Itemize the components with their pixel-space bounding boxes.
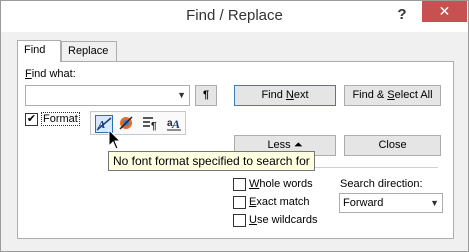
svg-text:¶: ¶ (151, 121, 157, 131)
use-wildcards-label: Use wildcards (249, 214, 318, 226)
character-style-icon[interactable]: aA (165, 115, 183, 133)
find-replace-dialog: Find / Replace ? ✕ Find Replace Find wha… (0, 0, 469, 252)
svg-text:A: A (171, 117, 180, 131)
window-close-button[interactable]: ✕ (422, 1, 467, 22)
help-button[interactable]: ? (392, 5, 412, 25)
close-button[interactable]: Close (344, 135, 441, 156)
find-what-input[interactable]: ▼ (25, 85, 190, 106)
exact-match-checkbox[interactable] (233, 196, 246, 209)
tab-find[interactable]: Find (17, 40, 61, 62)
chevron-down-icon[interactable]: ▼ (430, 198, 439, 208)
search-direction-select[interactable]: Forward ▼ (339, 193, 443, 213)
whole-words-label: Whole words (249, 178, 313, 190)
paragraph-format-icon[interactable]: ¶ (141, 115, 159, 133)
format-label: Format (41, 112, 80, 126)
find-next-button[interactable]: Find Next (234, 85, 336, 106)
find-select-all-button[interactable]: Find & Select All (344, 85, 441, 106)
find-what-label: Find what: (25, 68, 76, 80)
title-bar: Find / Replace ? ✕ (1, 1, 468, 32)
up-arrow-icon: ⏶ (293, 139, 303, 151)
search-direction-value: Forward (343, 197, 384, 209)
chevron-down-icon[interactable]: ▼ (177, 90, 186, 100)
tab-replace[interactable]: Replace (61, 41, 117, 62)
use-wildcards-checkbox[interactable] (233, 214, 246, 227)
mouse-pointer-icon (108, 129, 122, 150)
search-direction-label: Search direction: (340, 178, 423, 190)
whole-words-checkbox[interactable] (233, 178, 246, 191)
tooltip: No font format specified to search for (108, 151, 315, 171)
exact-match-label: Exact match (249, 196, 310, 208)
format-checkbox[interactable]: ✔ (25, 113, 38, 126)
format-toolbar: A ¶ aA (90, 111, 186, 135)
special-characters-button[interactable]: ¶ (195, 85, 217, 106)
